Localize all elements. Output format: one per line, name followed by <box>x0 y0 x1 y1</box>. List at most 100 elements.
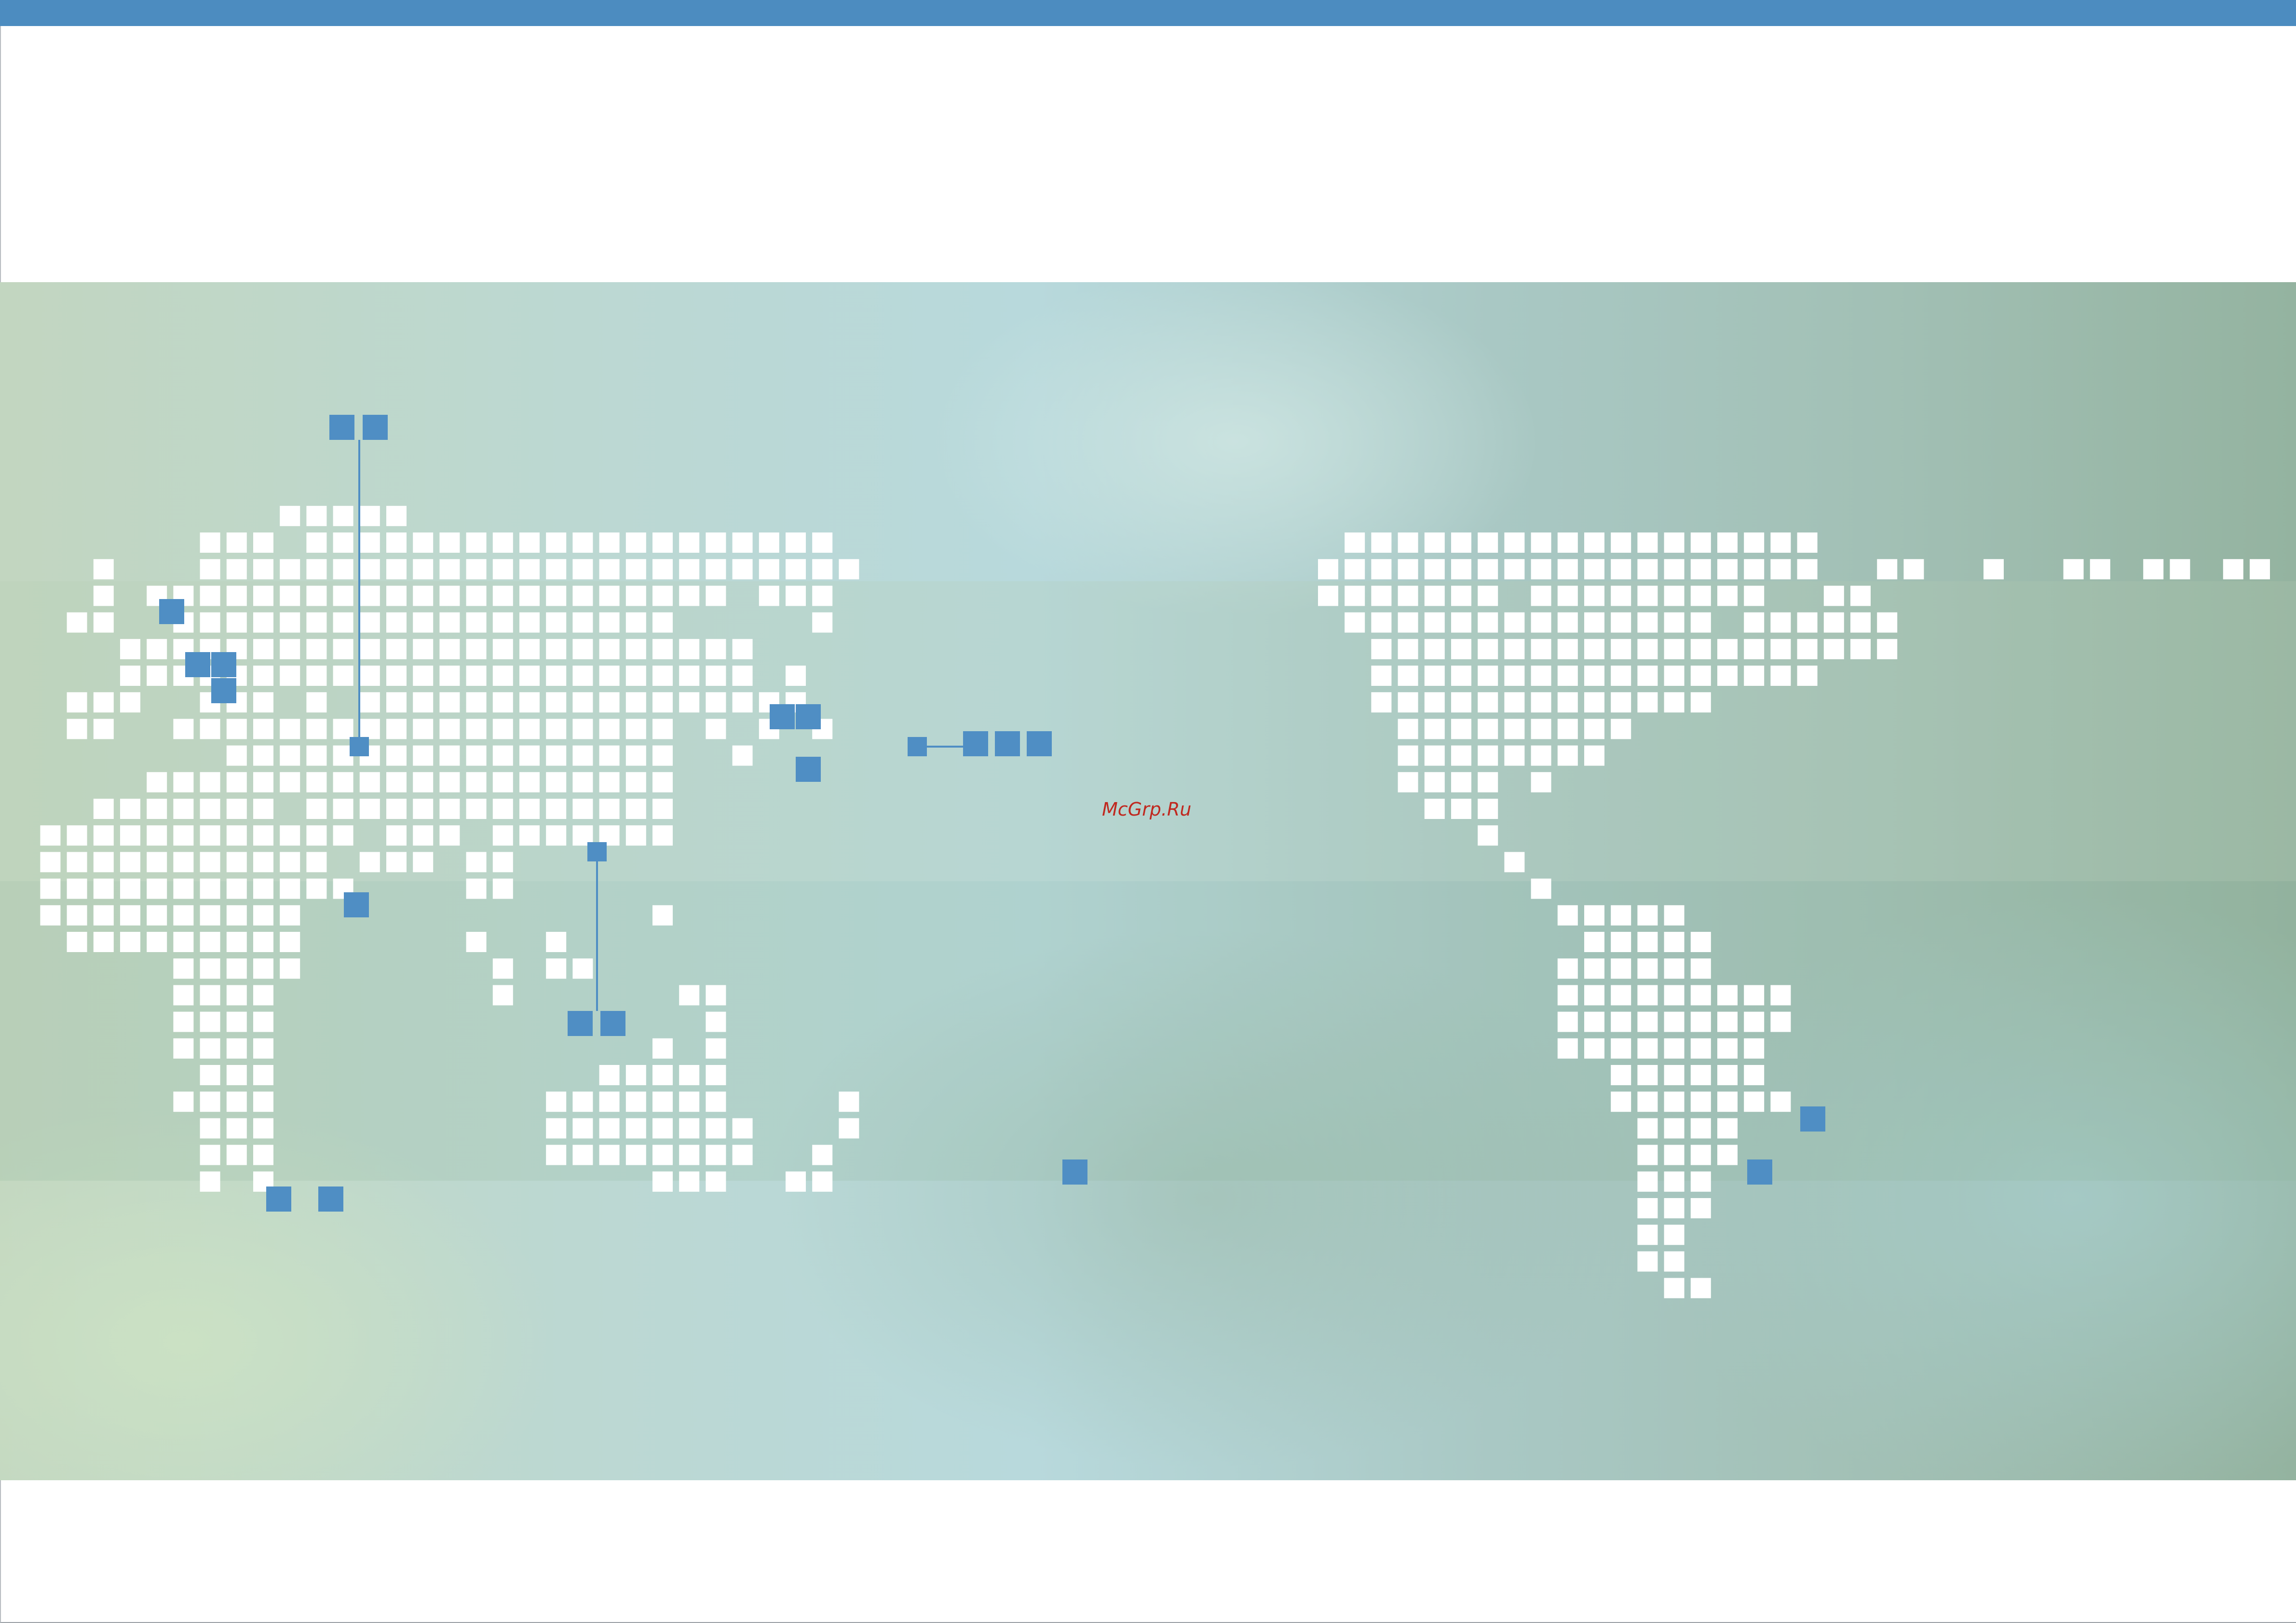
map-dot <box>1637 532 1658 553</box>
map-dot <box>173 1038 194 1059</box>
map-dot <box>1690 1091 1711 1112</box>
map-dot <box>1424 666 1445 686</box>
map-dot <box>519 772 540 792</box>
map-dot <box>359 612 380 633</box>
map-dot <box>1424 692 1445 713</box>
map-dot <box>1318 586 1338 606</box>
map-dot <box>1664 1065 1685 1085</box>
map-dot <box>812 559 833 580</box>
map-dot <box>466 799 487 819</box>
map-dot <box>1637 692 1658 713</box>
map-dot <box>93 692 114 713</box>
map-dot <box>359 639 380 659</box>
map-dot <box>359 666 380 686</box>
map-dot <box>1717 1011 1738 1032</box>
map-dot <box>546 745 567 766</box>
location-marker <box>211 652 236 677</box>
map-dot <box>1823 639 1844 659</box>
map-dot <box>492 719 513 739</box>
map-dot <box>359 559 380 580</box>
map-dot <box>1371 586 1392 606</box>
map-dot <box>679 985 700 1006</box>
map-dot <box>1637 1038 1658 1059</box>
map-dot <box>1717 666 1738 686</box>
map-dot <box>519 612 540 633</box>
map-dot <box>386 586 407 606</box>
map-dot <box>386 612 407 633</box>
map-dot <box>1717 559 1738 580</box>
map-dot <box>226 1038 247 1059</box>
map-dot <box>306 799 327 819</box>
map-dot <box>679 1118 700 1139</box>
map-dot <box>706 586 726 606</box>
map-dot <box>1424 532 1445 553</box>
map-dot <box>625 532 646 553</box>
map-dot <box>333 772 353 792</box>
map-dot <box>306 559 327 580</box>
map-dot <box>706 1171 726 1192</box>
map-dot <box>625 1091 646 1112</box>
map-dot <box>1371 612 1392 633</box>
map-dot <box>1744 1091 1765 1112</box>
map-dot <box>706 1038 726 1059</box>
map-dot <box>1664 1118 1685 1139</box>
map-dot <box>546 799 567 819</box>
map-dot <box>306 666 327 686</box>
map-dot <box>93 905 114 926</box>
map-dot <box>466 692 487 713</box>
map-dot <box>1877 612 1898 633</box>
map-dot <box>1717 1118 1738 1139</box>
map-dot <box>732 692 753 713</box>
map-dot <box>1557 1011 1578 1032</box>
map-dot <box>413 586 434 606</box>
map-dot <box>652 745 673 766</box>
map-dot <box>306 878 327 899</box>
map-dot <box>599 692 620 713</box>
map-dot <box>546 532 567 553</box>
map-dot <box>1611 666 1631 686</box>
map-dot <box>1611 559 1631 580</box>
map-dot <box>1557 586 1578 606</box>
map-dot <box>1557 666 1578 686</box>
map-dot <box>1637 612 1658 633</box>
map-dot <box>333 505 353 526</box>
map-dot <box>652 612 673 633</box>
map-dot <box>1531 666 1551 686</box>
map-dot <box>546 772 567 792</box>
map-dot <box>306 612 327 633</box>
map-dot <box>200 612 220 633</box>
map-dot <box>679 532 700 553</box>
map-dot <box>1451 719 1471 739</box>
map-dot <box>359 719 380 739</box>
map-dot <box>625 586 646 606</box>
map-dot <box>67 692 87 713</box>
map-dot <box>226 852 247 873</box>
map-dot <box>253 639 273 659</box>
map-dot <box>1584 932 1604 952</box>
map-dot <box>439 825 460 846</box>
map-dot <box>1797 612 1818 633</box>
map-dot <box>226 905 247 926</box>
map-dot <box>1584 985 1604 1006</box>
map-dot <box>1584 692 1604 713</box>
map-dot <box>1398 532 1418 553</box>
map-dot <box>1690 1011 1711 1032</box>
map-dot <box>1611 905 1631 926</box>
map-dot <box>1664 1278 1685 1298</box>
map-dot <box>492 799 513 819</box>
map-dot <box>1398 692 1418 713</box>
location-marker <box>1027 731 1052 756</box>
map-dot <box>253 586 273 606</box>
map-dot <box>492 958 513 979</box>
map-dot <box>466 586 487 606</box>
map-dot <box>253 745 273 766</box>
map-dot <box>466 772 487 792</box>
map-dot <box>1744 1038 1765 1059</box>
map-dot <box>546 1091 567 1112</box>
map-dot <box>200 772 220 792</box>
map-dot <box>786 559 806 580</box>
map-dot <box>280 745 300 766</box>
map-dot <box>67 719 87 739</box>
map-dot <box>439 692 460 713</box>
map-dot <box>1770 532 1791 553</box>
